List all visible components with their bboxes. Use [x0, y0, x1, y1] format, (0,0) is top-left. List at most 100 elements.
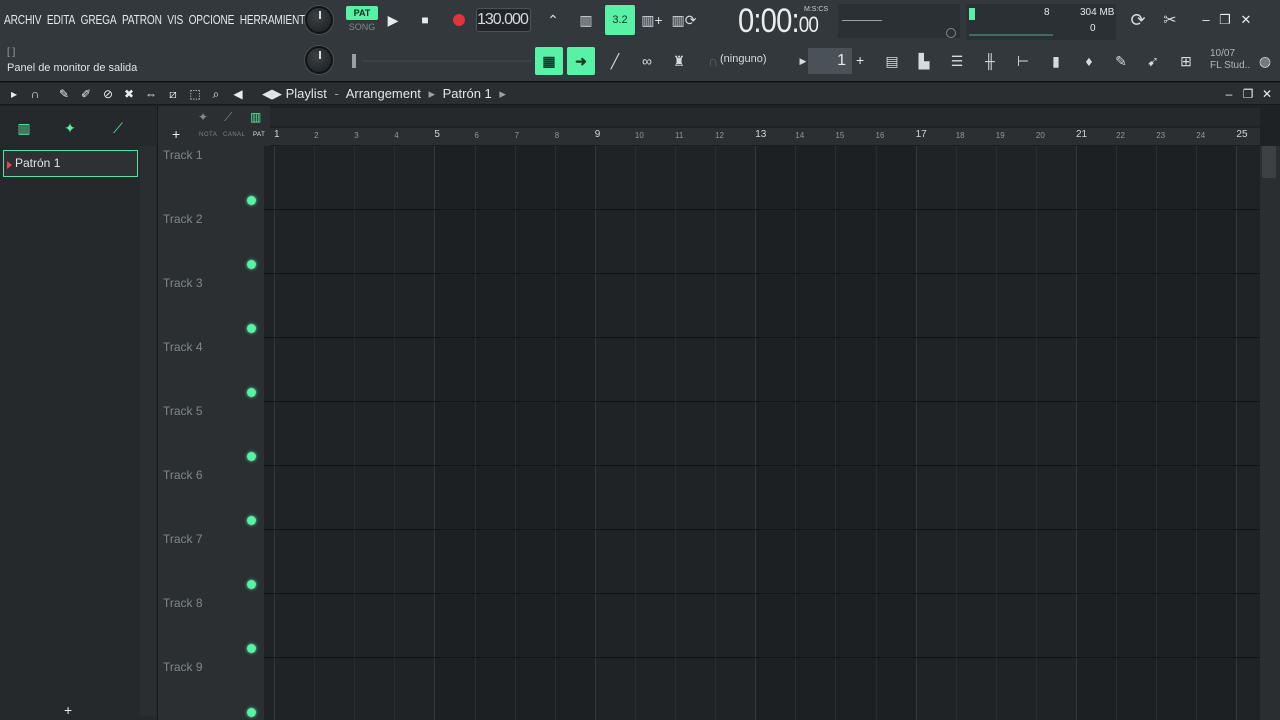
- track-label[interactable]: Track 7: [163, 532, 203, 546]
- link-icon[interactable]: ∞: [634, 48, 660, 74]
- track-row[interactable]: [264, 146, 1260, 210]
- arrow-right-icon[interactable]: ➜: [567, 47, 595, 75]
- timeline-ruler[interactable]: 1 2 3 4 5 6 7 8 9 10 11 12 13 14 15 16 17 18 19 20 21 22 23 24 2…: [270, 128, 1260, 146]
- project-info-icon[interactable]: ▮: [1043, 48, 1069, 74]
- close-icon[interactable]: ✕: [1236, 10, 1256, 30]
- pat-mode-label[interactable]: PAT: [346, 6, 378, 20]
- menu-options[interactable]: OPCIONE: [189, 12, 235, 27]
- playlist-minimize-icon[interactable]: –: [1221, 86, 1237, 102]
- monitor-option-icon[interactable]: [946, 28, 956, 38]
- track-mute-led-icon[interactable]: [247, 260, 256, 269]
- draw-tool-icon[interactable]: ✎: [56, 86, 72, 102]
- paint-tool-icon[interactable]: ✐: [78, 86, 94, 102]
- header-audio-icon[interactable]: ✦: [198, 110, 208, 124]
- track-label[interactable]: Track 4: [163, 340, 203, 354]
- help-icon[interactable]: ➹: [1140, 48, 1166, 74]
- select-tool-icon[interactable]: ⬚: [187, 86, 203, 102]
- picker-audio-icon[interactable]: ✦: [56, 120, 84, 140]
- snap-selector[interactable]: (ninguno): [720, 53, 766, 65]
- menu-pattern[interactable]: PATRON: [122, 12, 162, 27]
- playback-tool-icon[interactable]: ◀: [230, 86, 246, 102]
- countdown-icon[interactable]: 3.2: [605, 5, 635, 35]
- picker-patterns-icon[interactable]: ▥: [10, 120, 38, 140]
- cut-tool-icon[interactable]: ✂: [1157, 7, 1183, 33]
- output-monitor[interactable]: [838, 4, 960, 38]
- track-row[interactable]: [264, 274, 1260, 338]
- undo-history-icon[interactable]: ⟳: [1125, 7, 1151, 33]
- add-pattern-icon[interactable]: +: [856, 52, 864, 68]
- track-label[interactable]: Track 1: [163, 148, 203, 162]
- track-mute-led-icon[interactable]: [247, 324, 256, 333]
- track-label[interactable]: Track 9: [163, 660, 203, 674]
- microphone-icon[interactable]: ✎: [1108, 48, 1134, 74]
- step-edit-icon[interactable]: ▥+: [639, 7, 665, 33]
- zoom-tool-icon[interactable]: ⌕: [208, 86, 224, 102]
- playlist-close-icon[interactable]: ✕: [1259, 86, 1275, 102]
- vertical-scroll-thumb[interactable]: [1262, 146, 1276, 178]
- pitch-slider-handle[interactable]: [352, 54, 356, 68]
- record-button[interactable]: [449, 10, 469, 30]
- track-mute-led-icon[interactable]: [247, 580, 256, 589]
- track-label[interactable]: Track 5: [163, 404, 203, 418]
- track-mute-led-icon[interactable]: [247, 644, 256, 653]
- mixer-icon[interactable]: ╫: [977, 48, 1003, 74]
- loop-record-icon[interactable]: ▥⟳: [671, 7, 697, 33]
- play-button[interactable]: ▶: [384, 10, 402, 30]
- track-label[interactable]: Track 8: [163, 596, 203, 610]
- playlist-menu-arrow-icon[interactable]: ▸: [6, 86, 22, 102]
- track-row[interactable]: [264, 658, 1260, 720]
- pat-song-toggle[interactable]: PAT SONG: [346, 6, 378, 36]
- globe-icon[interactable]: ◍: [1252, 48, 1278, 74]
- stop-button[interactable]: ■: [416, 10, 434, 30]
- header-pattern-icon[interactable]: ▥: [250, 110, 261, 124]
- track-row[interactable]: [264, 594, 1260, 658]
- piano-roll-icon[interactable]: ▙: [911, 48, 937, 74]
- picker-scrollbar[interactable]: [140, 146, 156, 716]
- metronome-icon[interactable]: ⌃: [540, 7, 566, 33]
- song-mode-label[interactable]: SONG: [346, 20, 378, 34]
- stamp-icon[interactable]: ♜: [666, 48, 692, 74]
- shop-icon[interactable]: ⊞: [1173, 48, 1199, 74]
- mute-tool-icon[interactable]: ✖: [121, 86, 137, 102]
- pencil-icon[interactable]: ╱: [602, 48, 628, 74]
- playlist-icon[interactable]: ▤: [879, 48, 905, 74]
- slip-tool-icon[interactable]: ⇔: [143, 86, 159, 102]
- cpu-memory-panel[interactable]: 8 304 MB 0: [966, 4, 1116, 40]
- restore-icon[interactable]: ❐: [1215, 10, 1235, 30]
- menu-file[interactable]: ARCHIV: [4, 12, 42, 27]
- playlist-grid[interactable]: [264, 146, 1260, 720]
- pitch-slider-track[interactable]: [362, 60, 532, 62]
- pattern-selector[interactable]: 1: [808, 48, 852, 74]
- master-pitch-knob[interactable]: [305, 46, 333, 74]
- vertical-scrollbar[interactable]: [1260, 146, 1280, 720]
- slice-tool-icon[interactable]: ⧄: [165, 86, 181, 102]
- snap-magnet-icon[interactable]: ∩: [27, 86, 43, 102]
- add-track-icon[interactable]: +: [172, 126, 180, 142]
- playlist-title-bar[interactable]: ◀▶ Playlist - Arrangement ▸ Patrón 1 ▸: [262, 86, 510, 102]
- track-mute-led-icon[interactable]: [247, 388, 256, 397]
- track-row[interactable]: [264, 530, 1260, 594]
- playlist-current-pattern[interactable]: Patrón 1: [443, 86, 492, 101]
- channel-rack-icon[interactable]: ☰: [944, 48, 970, 74]
- playlist-back-icon[interactable]: ◀▶: [262, 86, 282, 101]
- master-volume-knob[interactable]: [305, 6, 333, 34]
- picker-automation-icon[interactable]: ⟋: [104, 120, 132, 140]
- picker-add-icon[interactable]: +: [64, 702, 72, 718]
- track-row[interactable]: [264, 466, 1260, 530]
- track-row[interactable]: [264, 402, 1260, 466]
- wait-for-input-icon[interactable]: ▥: [573, 7, 599, 33]
- plugin-icon[interactable]: ♦: [1076, 48, 1102, 74]
- track-mute-led-icon[interactable]: [247, 196, 256, 205]
- track-label[interactable]: Track 2: [163, 212, 203, 226]
- track-mute-led-icon[interactable]: [247, 452, 256, 461]
- minimize-icon[interactable]: –: [1196, 10, 1216, 30]
- menu-add[interactable]: GREGA: [81, 12, 117, 27]
- picker-pattern-item[interactable]: Patrón 1: [3, 150, 138, 177]
- browser-icon[interactable]: ⊢: [1010, 48, 1036, 74]
- track-row[interactable]: [264, 338, 1260, 402]
- menu-view[interactable]: VIS: [167, 12, 183, 27]
- track-label[interactable]: Track 3: [163, 276, 203, 290]
- track-label[interactable]: Track 6: [163, 468, 203, 482]
- menu-tools[interactable]: HERRAMIENTA: [240, 12, 312, 27]
- typing-keyboard-icon[interactable]: ▦: [535, 47, 563, 75]
